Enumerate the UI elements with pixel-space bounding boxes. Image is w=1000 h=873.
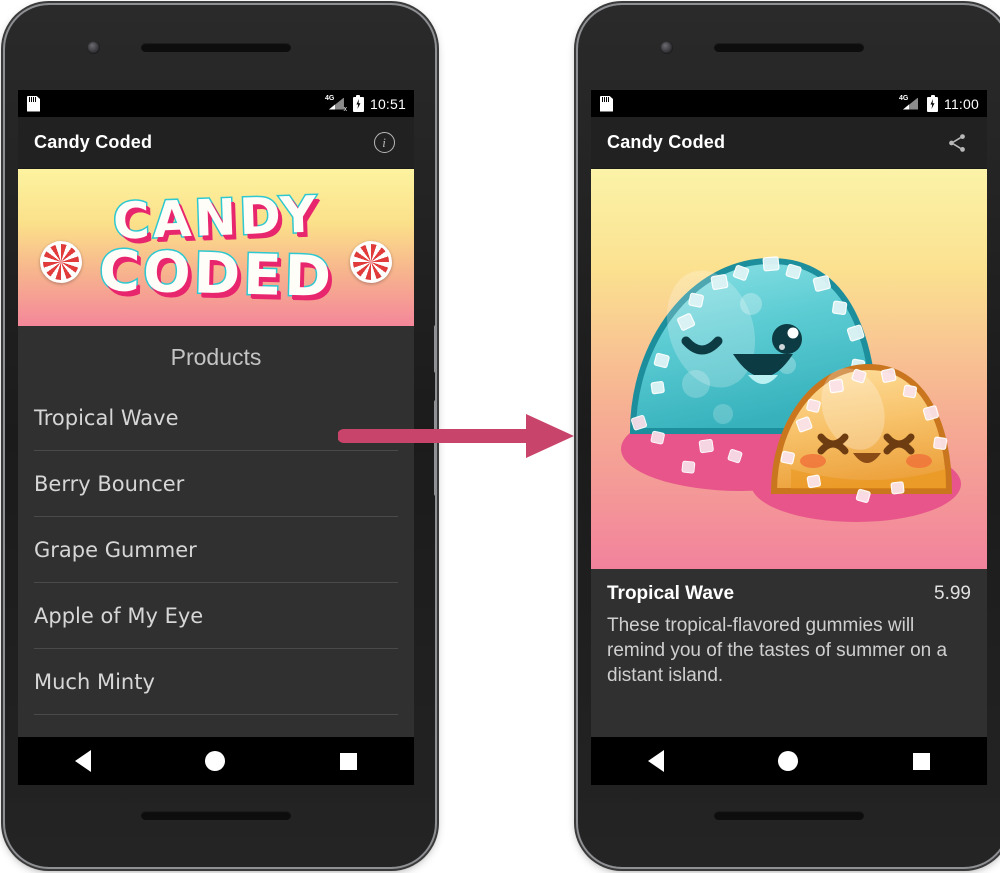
- battery-charging-icon: [352, 95, 364, 112]
- app-bar-left: Candy Coded i: [18, 117, 414, 169]
- front-camera-icon: [87, 41, 100, 54]
- product-hero-image: [591, 169, 987, 569]
- front-camera-icon: [660, 41, 673, 54]
- list-item[interactable]: Grape Gummer: [34, 517, 398, 583]
- gummy-illustration: [621, 256, 961, 522]
- back-nav-button[interactable]: [75, 750, 92, 772]
- screen-right: 4G 11:00 Candy Coded Tropical Wave 5.99 …: [591, 90, 987, 785]
- android-nav-bar-left: [18, 737, 414, 785]
- signal-no-service-mark: x: [343, 105, 347, 113]
- flow-arrow: [337, 406, 578, 466]
- logo-line-coded: CODED: [96, 237, 336, 311]
- signal-4g-no-service-icon: 4G x: [324, 94, 347, 113]
- app-title: Candy Coded: [34, 132, 153, 152]
- flow-arrow-icon: [337, 414, 574, 458]
- list-item[interactable]: Much Minty: [34, 649, 398, 715]
- product-price: 5.99: [934, 583, 971, 604]
- android-nav-bar-right: [591, 737, 987, 785]
- power-button-left[interactable]: [434, 325, 435, 373]
- list-item-label: Much Minty: [34, 669, 155, 694]
- recents-nav-button[interactable]: [912, 752, 930, 770]
- app-title: Candy Coded: [607, 132, 726, 152]
- signal-4g-icon: 4G: [899, 94, 921, 112]
- signal-label: 4G: [899, 94, 909, 102]
- sd-card-icon: [600, 95, 613, 112]
- list-item-label: Tropical Wave: [34, 405, 179, 430]
- info-icon: i: [373, 132, 395, 153]
- battery-charging-icon: [927, 95, 938, 112]
- product-description: These tropical-flavored gummies will rem…: [607, 615, 948, 687]
- candy-coded-banner: CANDY CODED: [18, 169, 414, 326]
- list-header-products: Products: [170, 344, 262, 370]
- info-button[interactable]: i: [366, 125, 402, 161]
- screenshot-stage: 4G x 10:51 Candy Coded i CANDY CODED Pro…: [0, 0, 1000, 873]
- earpiece-speaker: [714, 43, 864, 52]
- recents-nav-button[interactable]: [339, 752, 357, 770]
- back-nav-button[interactable]: [648, 750, 665, 772]
- share-button[interactable]: [939, 125, 975, 161]
- bottom-speaker-grille: [714, 811, 864, 820]
- share-icon: [949, 133, 965, 152]
- product-detail: Tropical Wave 5.99 These tropical-flavor…: [591, 569, 987, 688]
- status-bar-left: 4G x 10:51: [18, 90, 414, 117]
- logo-line-candy: CANDY: [110, 183, 321, 251]
- phone-device-right: 4G 11:00 Candy Coded Tropical Wave 5.99 …: [578, 5, 1000, 867]
- status-bar-right: 4G 11:00: [591, 90, 987, 117]
- bottom-speaker-grille: [141, 811, 291, 820]
- product-name: Tropical Wave: [607, 583, 735, 604]
- home-nav-button[interactable]: [205, 751, 226, 771]
- earpiece-speaker: [141, 43, 291, 52]
- list-item-label: Apple of My Eye: [34, 603, 204, 628]
- sd-card-icon: [27, 95, 40, 112]
- home-nav-button[interactable]: [778, 751, 799, 771]
- status-bar-clock: 10:51: [369, 95, 406, 112]
- list-item-label: Grape Gummer: [34, 537, 197, 562]
- list-item-label: Berry Bouncer: [34, 471, 185, 496]
- app-bar-right: Candy Coded: [591, 117, 987, 169]
- signal-label: 4G: [324, 94, 335, 102]
- list-item[interactable]: Apple of My Eye: [34, 583, 398, 649]
- status-bar-clock: 11:00: [944, 95, 979, 112]
